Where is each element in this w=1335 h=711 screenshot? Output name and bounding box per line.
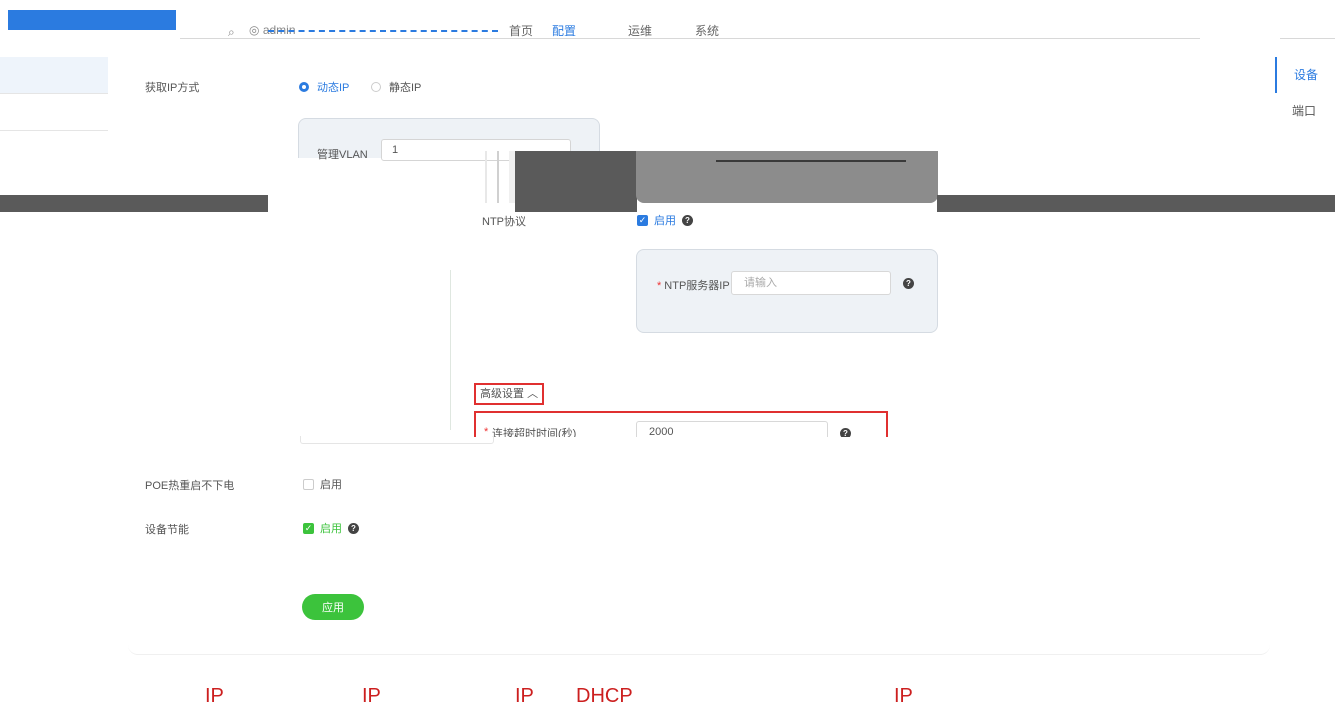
- radio-dot-icon: [371, 82, 381, 92]
- nav-home[interactable]: 首页: [509, 22, 533, 39]
- vlan-label: 管理VLAN: [317, 149, 368, 161]
- radio-static-label: 静态IP: [389, 82, 422, 94]
- help-icon[interactable]: ?: [840, 428, 851, 437]
- nav-config[interactable]: 配置: [552, 22, 576, 39]
- header-divider-right: [1280, 38, 1335, 39]
- energy-enable-checkbox[interactable]: ✓ 启用 ?: [303, 520, 359, 536]
- radio-dynamic-ip[interactable]: 动态IP: [299, 79, 349, 95]
- nav-ops[interactable]: 运维: [628, 22, 652, 39]
- poe-label: POE热重启不下电: [145, 480, 235, 492]
- timeout-label: 连接超时时间(秒): [492, 428, 577, 437]
- checkbox-icon: [303, 478, 314, 490]
- check-icon: ✓: [303, 522, 314, 534]
- poe-enable-checkbox[interactable]: 启用: [303, 476, 342, 492]
- help-icon[interactable]: ?: [682, 214, 693, 226]
- energy-enable-label: 启用: [320, 523, 342, 535]
- header-divider: [180, 38, 1200, 39]
- anchor-tabs: 设备 端口: [1275, 57, 1335, 129]
- ntp-enable-checkbox[interactable]: ✓ 启用 ?: [637, 212, 693, 228]
- help-icon[interactable]: ?: [903, 278, 914, 289]
- energy-label: 设备节能: [145, 524, 189, 536]
- overlay-band-left: [0, 195, 268, 212]
- poe-enable-label: 启用: [320, 479, 342, 491]
- help-icon[interactable]: ?: [348, 522, 359, 534]
- caption-word: DHCP: [576, 685, 633, 707]
- column-divider: [450, 270, 451, 430]
- ntp-server-panel: *NTP服务器IP ?: [636, 249, 938, 333]
- overlay-strip: [485, 151, 487, 203]
- radio-static-ip[interactable]: 静态IP: [371, 79, 421, 95]
- apply-button[interactable]: 应用: [302, 594, 364, 620]
- settings-card: [128, 445, 1270, 655]
- sidebar-item-active[interactable]: [0, 57, 108, 94]
- sidebar: [0, 57, 108, 131]
- top-bar: ⌕ ◎ admin 首页 配置 运维 系统: [0, 0, 1335, 40]
- caption-word: IP: [894, 685, 913, 707]
- caption-word: IP: [362, 685, 381, 707]
- sidebar-item[interactable]: [0, 94, 108, 131]
- overlay-panel: [636, 151, 938, 203]
- timeout-input[interactable]: 2000: [636, 421, 828, 437]
- radio-dot-icon: [299, 82, 309, 92]
- ntp-server-input[interactable]: [731, 271, 891, 295]
- chevron-up-icon: ︿: [527, 388, 539, 400]
- highlight-box-timeout: * 连接超时时间(秒) 2000 ?: [474, 411, 888, 437]
- ip-mode-label: 获取IP方式: [145, 82, 200, 94]
- ntp-label: NTP协议: [482, 216, 526, 228]
- overlay-band-middle: [515, 151, 637, 212]
- advanced-settings-label: 高级设置: [480, 388, 524, 400]
- caption-word: IP: [205, 685, 224, 707]
- nav-system[interactable]: 系统: [695, 22, 719, 39]
- radio-dynamic-label: 动态IP: [317, 82, 350, 94]
- field-edge: [300, 436, 494, 444]
- breadcrumb-scribble: [268, 22, 498, 32]
- ntp-enable-label: 启用: [654, 215, 676, 227]
- tab-device[interactable]: 设备: [1275, 57, 1335, 93]
- overlay-strip: [497, 151, 499, 203]
- ntp-server-label: * NTP服务器IP: [657, 280, 730, 292]
- advanced-settings-toggle[interactable]: 高级设置 ︿: [474, 383, 544, 405]
- overlay-band-right: [937, 195, 1335, 212]
- caption-word: IP: [515, 685, 534, 707]
- check-icon: ✓: [637, 214, 648, 226]
- overlay-panel-line: [716, 160, 906, 162]
- tab-port[interactable]: 端口: [1275, 93, 1335, 129]
- brand-logo: [8, 10, 176, 30]
